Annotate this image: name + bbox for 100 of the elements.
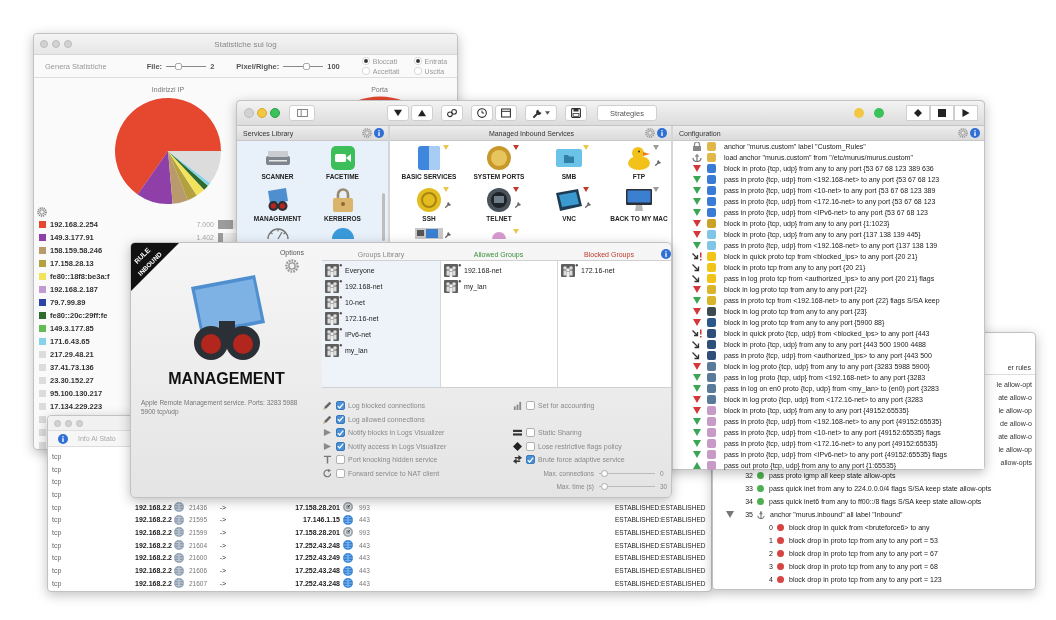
checkbox[interactable] — [526, 401, 535, 411]
toolbar-button[interactable] — [441, 105, 463, 121]
padlock-icon[interactable] — [332, 187, 353, 212]
info-icon[interactable] — [657, 128, 667, 138]
settings-icon[interactable] — [284, 259, 299, 273]
service-name: MANAGEMENT — [168, 370, 285, 388]
sidebar-icon — [296, 109, 308, 117]
checkmark-icon — [527, 456, 534, 463]
checkbox[interactable] — [526, 441, 535, 451]
slider-thumb[interactable] — [303, 62, 311, 70]
pencil-icon — [323, 414, 332, 424]
group-icon[interactable] — [325, 295, 342, 309]
group-icon[interactable] — [325, 263, 342, 277]
up-triangle-icon — [418, 109, 426, 117]
checkbox[interactable] — [336, 428, 345, 438]
monitor-icon[interactable] — [626, 188, 652, 211]
globe-icon — [174, 540, 184, 551]
settings-icon[interactable] — [645, 128, 655, 138]
checkbox[interactable] — [526, 428, 535, 438]
globe-icon — [174, 502, 184, 513]
clock-icon — [477, 108, 487, 118]
monitor-icon[interactable] — [556, 188, 582, 211]
wrench-icon[interactable] — [445, 231, 452, 238]
settings-icon[interactable] — [958, 128, 968, 138]
globe-icon — [174, 565, 184, 576]
refresh-icon — [323, 468, 332, 478]
zoom-button[interactable] — [270, 108, 280, 118]
globe-icon — [174, 578, 184, 589]
globe-icon — [343, 552, 353, 563]
checkbox[interactable] — [526, 455, 535, 465]
dial-icon — [343, 527, 353, 538]
globe-icon — [174, 552, 184, 563]
group-icon[interactable] — [444, 263, 461, 277]
radio-button[interactable] — [413, 67, 422, 75]
slider-thumb[interactable] — [601, 483, 609, 491]
checkbox[interactable] — [336, 455, 345, 465]
binoculars-icon[interactable] — [265, 187, 290, 212]
wrench-icon — [532, 108, 543, 118]
toolbar-button[interactable] — [906, 105, 930, 121]
globe-icon — [343, 578, 353, 589]
toolbar-button[interactable] — [565, 105, 587, 121]
radio-button[interactable] — [361, 67, 370, 75]
anchor-icon — [757, 510, 765, 519]
checkbox[interactable] — [336, 401, 345, 411]
bar-chart-icon — [513, 401, 522, 411]
video-camera-icon[interactable] — [330, 145, 355, 170]
toolbar-button[interactable] — [471, 105, 493, 121]
radio-button[interactable] — [413, 57, 422, 65]
swap-arrows-icon — [513, 455, 522, 465]
wrench-icon[interactable] — [515, 201, 522, 208]
toolbar-button[interactable] — [411, 105, 433, 121]
globe-icon — [174, 527, 184, 538]
window-title: Statistiche sui log — [214, 39, 277, 49]
radio-button[interactable] — [361, 57, 370, 65]
t-shape-icon — [323, 455, 332, 465]
folder-icon[interactable] — [556, 148, 582, 167]
globe-icon — [343, 514, 353, 525]
group-icon[interactable] — [444, 279, 461, 293]
slider-thumb[interactable] — [601, 469, 609, 477]
play-button[interactable] — [954, 105, 978, 121]
settings-icon[interactable] — [362, 128, 372, 138]
group-icon[interactable] — [325, 311, 342, 325]
info-icon[interactable] — [970, 128, 980, 138]
diamond-icon — [513, 441, 522, 451]
play-icon — [962, 109, 970, 117]
group-icon[interactable] — [325, 279, 342, 293]
checkbox[interactable] — [336, 441, 345, 451]
slider-thumb[interactable] — [175, 62, 183, 70]
wrench-icon[interactable] — [445, 201, 452, 208]
wrench-icon[interactable] — [585, 201, 592, 208]
duck-icon[interactable] — [628, 145, 650, 170]
diamond-icon — [914, 109, 922, 117]
checkbox[interactable] — [336, 468, 345, 478]
group-icon[interactable] — [325, 343, 342, 357]
caret-icon — [544, 111, 550, 115]
dial-icon — [343, 502, 353, 513]
checkbox[interactable] — [336, 414, 345, 424]
toolbar-button[interactable] — [525, 105, 557, 121]
scanner-icon[interactable] — [265, 150, 290, 165]
stripes-icon — [513, 428, 522, 438]
info-icon[interactable] — [58, 433, 68, 444]
wrench-icon[interactable] — [655, 159, 662, 166]
group-icon[interactable] — [561, 263, 578, 277]
info-icon[interactable] — [374, 128, 384, 138]
group-icon[interactable] — [325, 327, 342, 341]
toolbar-button[interactable] — [495, 105, 517, 121]
tile-icon[interactable] — [418, 145, 440, 170]
info-icon[interactable] — [661, 249, 671, 259]
globe-icon — [174, 514, 184, 525]
toolbar-button[interactable] — [387, 105, 409, 121]
orb-icon[interactable] — [487, 187, 511, 212]
scrollbar[interactable] — [382, 193, 385, 241]
stop-button[interactable] — [930, 105, 954, 121]
sidebar-button[interactable] — [289, 105, 315, 121]
network-icon[interactable] — [415, 228, 443, 239]
disclosure-triangle-icon[interactable] — [726, 511, 734, 518]
globe-icon — [343, 540, 353, 551]
settings-icon[interactable] — [37, 206, 47, 217]
gauge-icon[interactable] — [266, 228, 289, 239]
globe-icon — [343, 565, 353, 576]
